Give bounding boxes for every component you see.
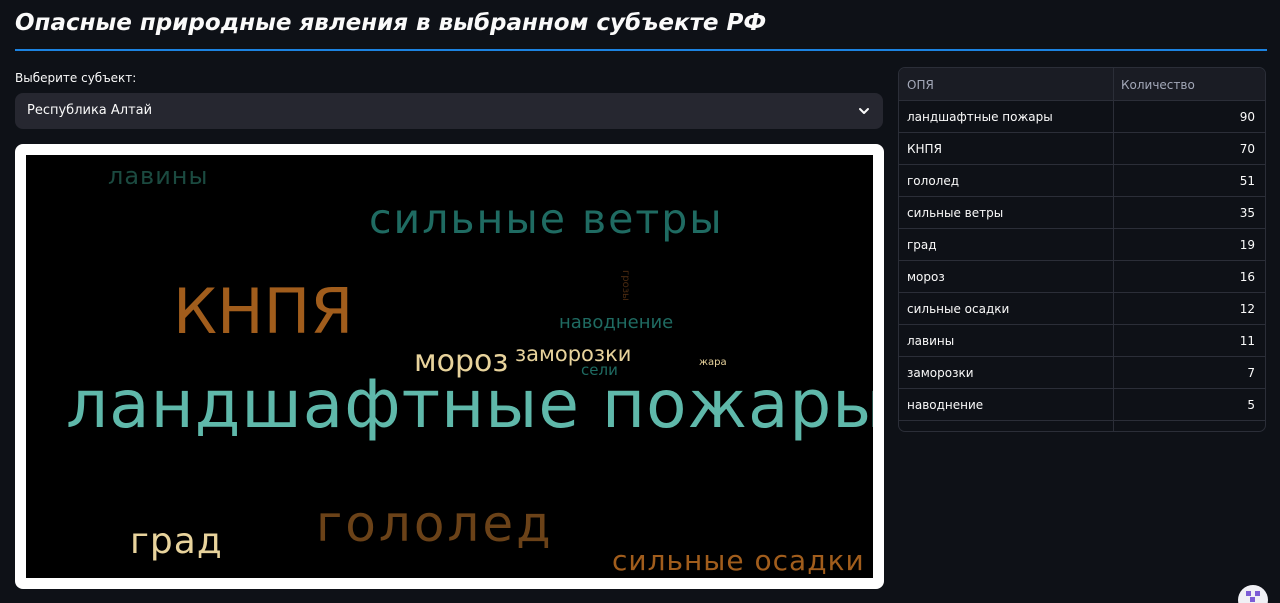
- wordcloud-image: ландшафтные пожары КНПЯ гололед сильные вет…: [26, 155, 873, 578]
- wordcloud-word: наводнение: [559, 312, 673, 333]
- column-separator: [1113, 68, 1114, 431]
- cell-hazard-name: сильные осадки: [907, 302, 1010, 316]
- cell-hazard-name: ландшафтные пожары: [907, 110, 1053, 124]
- cell-hazard-name: гололед: [907, 174, 960, 188]
- cell-hazard-name: лавины: [907, 334, 955, 348]
- table-row[interactable]: град 19: [899, 229, 1265, 261]
- cell-count: 35: [1239, 206, 1255, 220]
- page-title: Опасные природные явления в выбранном су…: [15, 10, 767, 36]
- wordcloud-word: лавины: [108, 162, 208, 190]
- wordcloud-word: КНПЯ: [173, 275, 353, 348]
- cell-hazard-name: мороз: [907, 270, 945, 284]
- streamlit-app-icon[interactable]: [1238, 585, 1268, 603]
- table-row[interactable]: мороз 16: [899, 261, 1265, 293]
- cell-count: 12: [1239, 302, 1255, 316]
- wordcloud-word: гололед: [316, 495, 554, 553]
- chevron-down-icon[interactable]: [857, 104, 871, 118]
- table-header: ОПЯ Количество: [899, 68, 1265, 101]
- table-row[interactable]: заморозки 7: [899, 357, 1265, 389]
- region-select[interactable]: Республика Алтай: [15, 93, 883, 129]
- wordcloud-frame: ландшафтные пожары КНПЯ гололед сильные вет…: [15, 144, 884, 589]
- cell-count: 70: [1239, 142, 1255, 156]
- cell-hazard-name: град: [907, 238, 937, 252]
- wordcloud-word: град: [130, 521, 223, 562]
- table-row[interactable]: КНПЯ 70: [899, 133, 1265, 165]
- data-table[interactable]: ОПЯ Количество ландшафтные пожары 90 КНПЯ 7…: [898, 67, 1266, 432]
- wordcloud-word: сели: [581, 361, 618, 379]
- wordcloud-word: сильные осадки: [612, 544, 865, 577]
- wordcloud-word: мороз: [414, 344, 508, 379]
- table-row[interactable]: наводнение 5: [899, 389, 1265, 421]
- table-row[interactable]: сильные осадки 12: [899, 293, 1265, 325]
- wordcloud-word: грозы: [620, 270, 631, 301]
- table-row[interactable]: сильные ветры 35: [899, 197, 1265, 229]
- cell-count: 7: [1247, 366, 1255, 380]
- table-row[interactable]: гололед 51: [899, 165, 1265, 197]
- select-label: Выберите субъект:: [15, 71, 137, 85]
- cell-count: 11: [1239, 334, 1255, 348]
- cell-count: 19: [1239, 238, 1255, 252]
- column-header-count[interactable]: Количество: [1121, 78, 1195, 92]
- cell-count: 51: [1239, 174, 1255, 188]
- cell-hazard-name: наводнение: [907, 398, 984, 412]
- cell-hazard-name: заморозки: [907, 366, 974, 380]
- title-divider: [15, 49, 1267, 51]
- table-row[interactable]: лавины 11: [899, 325, 1265, 357]
- cell-count: 90: [1239, 110, 1255, 124]
- cell-hazard-name: КНПЯ: [907, 142, 942, 156]
- cell-count: 5: [1247, 398, 1255, 412]
- wordcloud-word: сильные ветры: [369, 195, 724, 243]
- column-header-hazard[interactable]: ОПЯ: [907, 78, 934, 92]
- wordcloud-svg: ландшафтные пожарыКНПЯгололедсильные вет…: [66, 162, 873, 577]
- wordcloud-word: жара: [699, 357, 727, 368]
- app-page: Опасные природные явления в выбранном су…: [0, 0, 1280, 603]
- cell-hazard-name: сильные ветры: [907, 206, 1004, 220]
- cell-count: 16: [1239, 270, 1255, 284]
- table-row[interactable]: ландшафтные пожары 90: [899, 101, 1265, 133]
- region-select-value: Республика Алтай: [27, 103, 153, 118]
